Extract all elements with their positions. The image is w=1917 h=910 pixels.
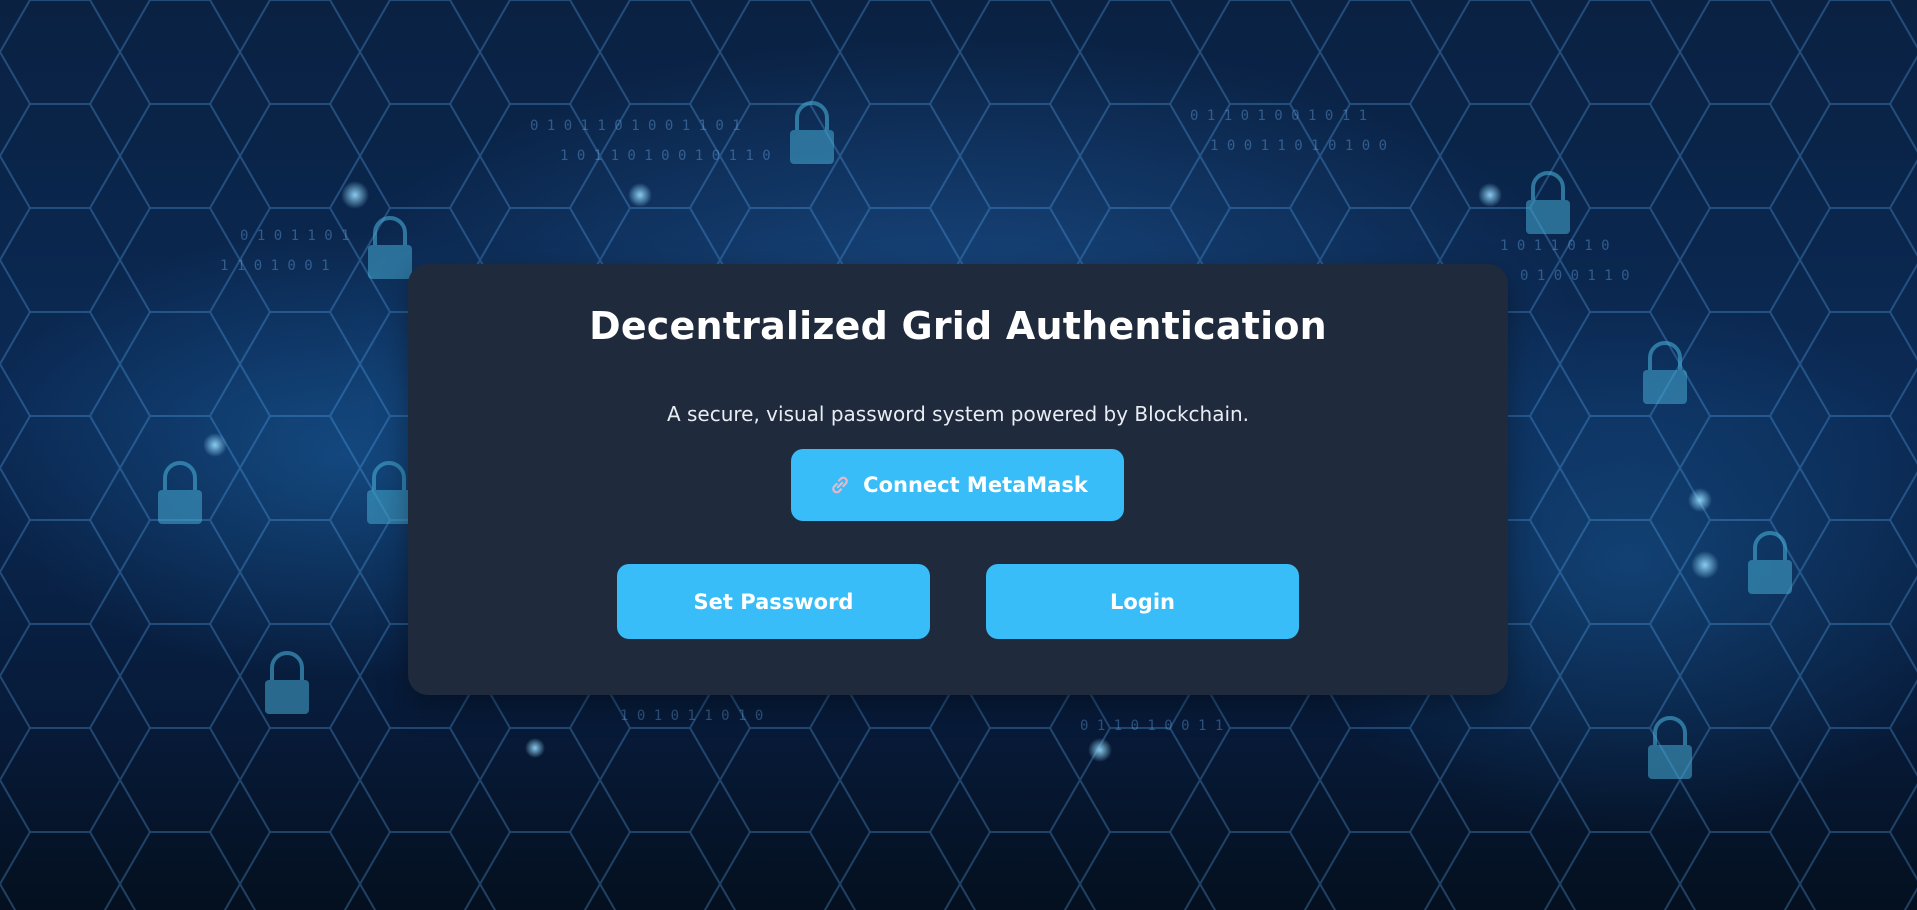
page-title: Decentralized Grid Authentication	[589, 304, 1327, 348]
svg-text:1 0 1 1 0 1 0: 1 0 1 1 0 1 0	[1500, 238, 1610, 254]
svg-text:0 1 1 0 1 0 0 1 1: 0 1 1 0 1 0 0 1 1	[1080, 718, 1223, 734]
set-password-button[interactable]: Set Password	[617, 564, 930, 639]
svg-text:1 0 0 1 1 0 1 0 1 0 0: 1 0 0 1 1 0 1 0 1 0 0	[1210, 138, 1387, 154]
connect-metamask-label: Connect MetaMask	[863, 473, 1088, 497]
svg-text:0 1 0 0 1 1 0: 0 1 0 0 1 1 0	[1520, 268, 1630, 284]
subtitle-text: A secure, visual password system powered…	[666, 402, 1250, 426]
svg-text:1 0 1 0 1 1 0 1 0: 1 0 1 0 1 1 0 1 0	[620, 708, 763, 724]
login-button[interactable]: Login	[986, 564, 1299, 639]
svg-text:0 1 0 1 1 0 1 0 0 1 1 0 1: 0 1 0 1 1 0 1 0 0 1 1 0 1	[530, 118, 741, 134]
svg-text:0 1 0 1 1 0 1: 0 1 0 1 1 0 1	[240, 228, 350, 244]
auth-card: Decentralized Grid Authentication A secu…	[408, 264, 1508, 695]
svg-text:0 1 1 0 1 0 0 1 0 1 1: 0 1 1 0 1 0 0 1 0 1 1	[1190, 108, 1367, 124]
svg-text:1 0 1 1 0 1 0 0 1 0 1 1 0: 1 0 1 1 0 1 0 0 1 0 1 1 0	[560, 148, 771, 164]
link-icon	[827, 472, 853, 498]
connect-metamask-button[interactable]: Connect MetaMask	[791, 449, 1124, 521]
svg-text:1 1 0 1 0 0 1: 1 1 0 1 0 0 1	[220, 258, 330, 274]
